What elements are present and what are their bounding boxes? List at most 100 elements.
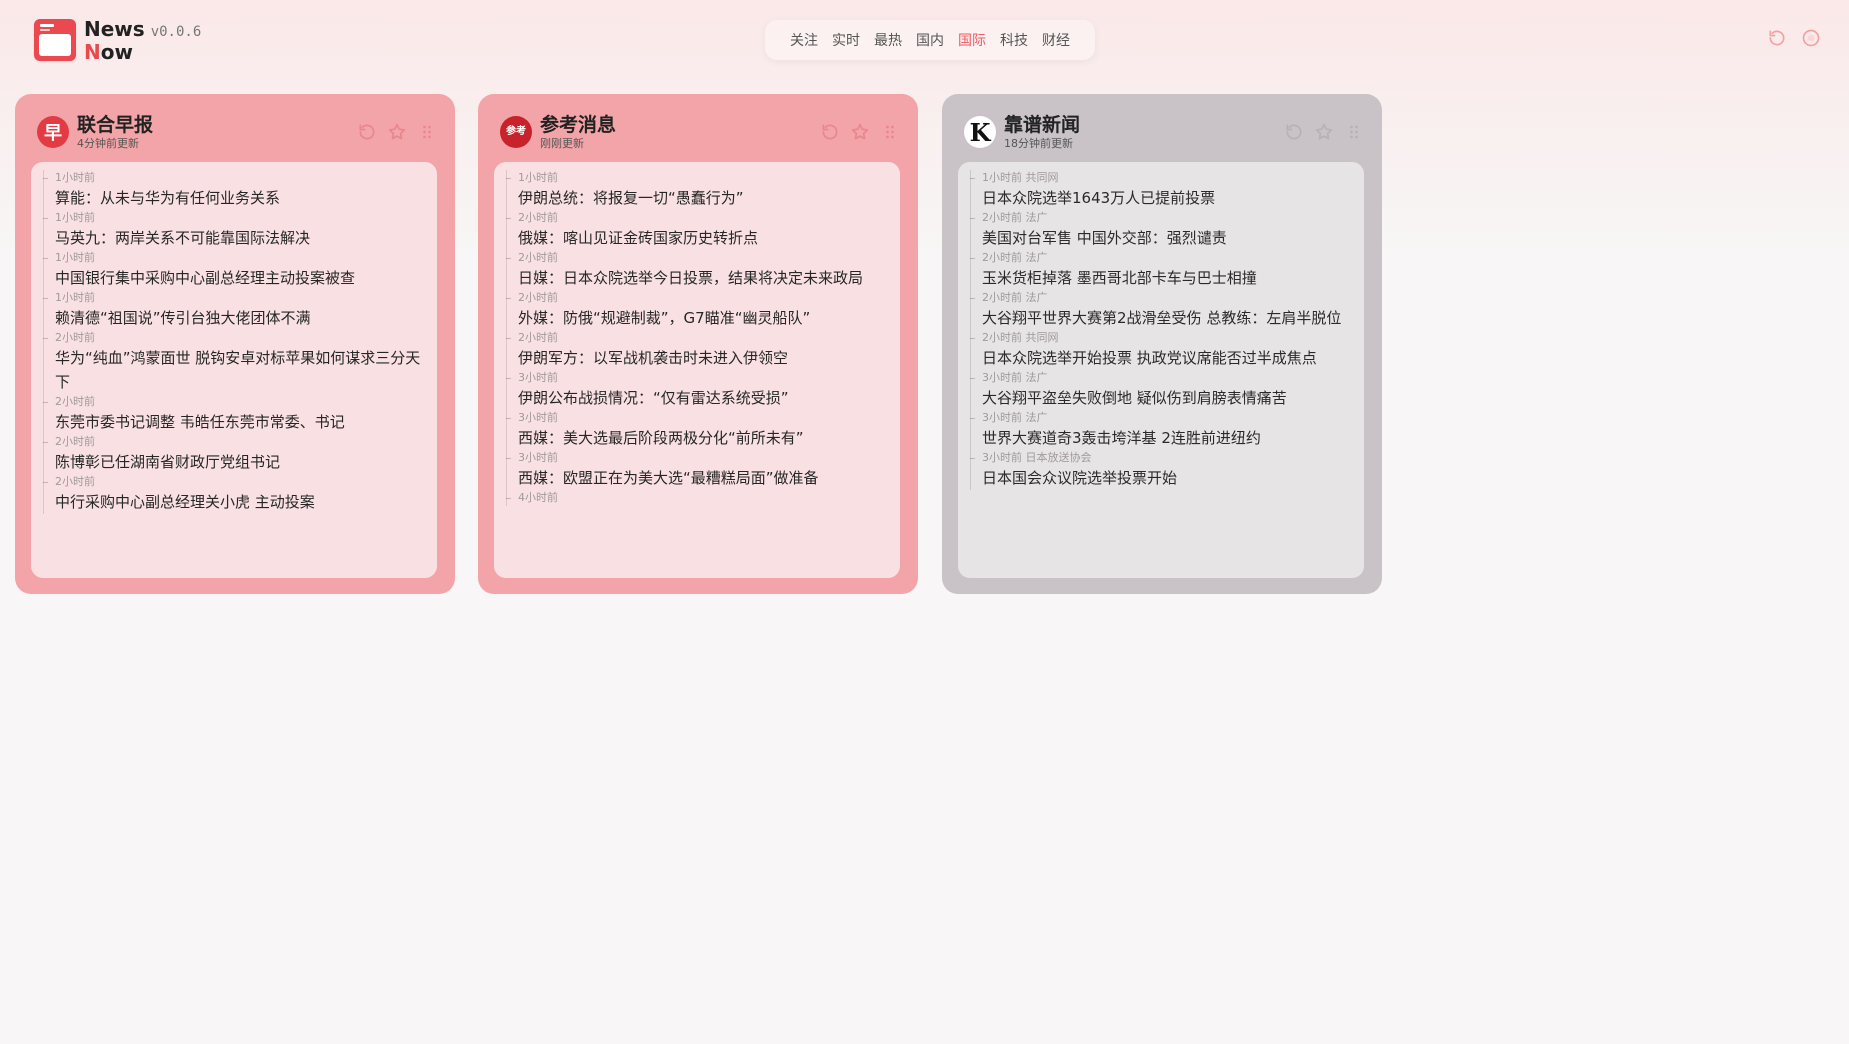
list-item[interactable]: 2小时前 中行采购中心副总经理关小虎 主动投案 (43, 474, 425, 514)
updated-time: 18分钟前更新 (1004, 136, 1073, 150)
star-icon[interactable] (850, 122, 870, 142)
source-title[interactable]: 联合早报 (77, 114, 153, 136)
list-item[interactable]: 2小时前 外媒：防俄“规避制裁”，G7瞄准“幽灵船队” (506, 290, 888, 330)
list-item[interactable]: 2小时前 俄媒：喀山见证金砖国家历史转折点 (506, 210, 888, 250)
item-title[interactable]: 玉米货柜掉落 墨西哥北部卡车与巴士相撞 (982, 266, 1352, 290)
list-item[interactable]: 3小时前 西媒：美大选最后阶段两极分化“前所未有” (506, 410, 888, 450)
list-item[interactable]: 1小时前 算能：从未与华为有任何业务关系 (43, 170, 425, 210)
item-title[interactable]: 大谷翔平世界大赛第2战滑垒受伤 总教练：左肩半脱位 (982, 306, 1352, 330)
source-title[interactable]: 参考消息 (540, 114, 616, 136)
item-title[interactable]: 马英九：两岸关系不可能靠国际法解决 (55, 226, 425, 250)
item-title[interactable]: 美国对台军售 中国外交部：强烈谴责 (982, 226, 1352, 250)
app-name: News v0.0.6 Now (84, 19, 201, 62)
item-title[interactable]: 西媒：欧盟正在为美大选“最糟糕局面”做准备 (518, 466, 888, 490)
item-meta: 1小时前 共同网 (970, 170, 1352, 186)
item-meta: 1小时前 (43, 250, 425, 266)
refresh-icon[interactable] (357, 122, 377, 142)
drag-handle-icon[interactable] (417, 122, 437, 142)
list-item[interactable]: 2小时前 日媒：日本众院选举今日投票，结果将决定未来政局 (506, 250, 888, 290)
source-title[interactable]: 靠谱新闻 (1004, 114, 1080, 136)
nav-tab-following[interactable]: 关注 (783, 30, 825, 50)
item-title[interactable]: 外媒：防俄“规避制裁”，G7瞄准“幽灵船队” (518, 306, 888, 330)
category-nav: 关注 实时 最热 国内 国际 科技 财经 (765, 20, 1095, 60)
item-meta: 3小时前 日本放送协会 (970, 450, 1352, 466)
list-item[interactable]: 2小时前 伊朗军方：以军战机袭击时未进入伊领空 (506, 330, 888, 370)
app-name-initial: N (84, 40, 101, 64)
item-title[interactable]: 日本众院选举1643万人已提前投票 (982, 186, 1352, 210)
item-title[interactable]: 陈博彰已任湖南省财政厅党组书记 (55, 450, 425, 474)
item-title[interactable]: 西媒：美大选最后阶段两极分化“前所未有” (518, 426, 888, 450)
list-item[interactable]: 2小时前 华为“纯血”鸿蒙面世 脱钩安卓对标苹果如何谋求三分天下 (43, 330, 425, 394)
top-actions (1767, 28, 1821, 48)
item-title[interactable]: 大谷翔平盗垒失败倒地 疑似伤到肩膀表情痛苦 (982, 386, 1352, 410)
item-title[interactable]: 东莞市委书记调整 韦皓任东莞市常委、书记 (55, 410, 425, 434)
drag-handle-icon[interactable] (1344, 122, 1364, 142)
news-list: 1小时前 算能：从未与华为有任何业务关系 1小时前 马英九：两岸关系不可能靠国际法解… (31, 162, 437, 514)
item-title[interactable]: 俄媒：喀山见证金砖国家历史转折点 (518, 226, 888, 250)
item-meta: 3小时前 法广 (970, 410, 1352, 426)
list-item[interactable]: 3小时前 法广 世界大赛道奇3轰击垮洋基 2连胜前进纽约 (970, 410, 1352, 450)
news-list-container[interactable]: 1小时前 伊朗总统：将报复一切“愚蠢行为” 2小时前 俄媒：喀山见证金砖国家历史转折… (494, 162, 900, 578)
item-meta: 2小时前 (506, 210, 888, 226)
news-list: 1小时前 伊朗总统：将报复一切“愚蠢行为” 2小时前 俄媒：喀山见证金砖国家历史转折… (494, 162, 900, 506)
nav-tab-realtime[interactable]: 实时 (825, 30, 867, 50)
list-item[interactable]: 2小时前 陈博彰已任湖南省财政厅党组书记 (43, 434, 425, 474)
item-meta: 2小时前 法广 (970, 290, 1352, 306)
item-meta: 3小时前 法广 (970, 370, 1352, 386)
app-name-line1: News (84, 17, 145, 41)
list-item[interactable]: 3小时前 法广 大谷翔平盗垒失败倒地 疑似伤到肩膀表情痛苦 (970, 370, 1352, 410)
item-title[interactable]: 华为“纯血”鸿蒙面世 脱钩安卓对标苹果如何谋求三分天下 (55, 346, 425, 394)
list-item[interactable]: 2小时前 法广 大谷翔平世界大赛第2战滑垒受伤 总教练：左肩半脱位 (970, 290, 1352, 330)
nav-tab-finance[interactable]: 财经 (1035, 30, 1077, 50)
news-list-container[interactable]: 1小时前 算能：从未与华为有任何业务关系 1小时前 马英九：两岸关系不可能靠国际法解… (31, 162, 437, 578)
item-title[interactable]: 世界大赛道奇3轰击垮洋基 2连胜前进纽约 (982, 426, 1352, 450)
list-item[interactable]: 2小时前 东莞市委书记调整 韦皓任东莞市常委、书记 (43, 394, 425, 434)
item-meta: 1小时前 (506, 170, 888, 186)
nav-tab-tech[interactable]: 科技 (993, 30, 1035, 50)
list-item[interactable]: 2小时前 法广 美国对台军售 中国外交部：强烈谴责 (970, 210, 1352, 250)
refresh-icon[interactable] (1284, 122, 1304, 142)
zaobao-logo-icon: 早 (37, 116, 69, 148)
list-item[interactable]: 3小时前 西媒：欧盟正在为美大选“最糟糕局面”做准备 (506, 450, 888, 490)
item-title[interactable]: 伊朗军方：以军战机袭击时未进入伊领空 (518, 346, 888, 370)
list-item[interactable]: 2小时前 共同网 日本众院选举开始投票 执政党议席能否过半成焦点 (970, 330, 1352, 370)
item-title[interactable]: 日媒：日本众院选举今日投票，结果将决定未来政局 (518, 266, 888, 290)
list-item[interactable]: 3小时前 日本放送协会 日本国会众议院选举投票开始 (970, 450, 1352, 490)
refresh-all-icon[interactable] (1767, 28, 1787, 48)
cankaoxiaoxi-logo-icon: 参考 (500, 116, 532, 148)
list-item[interactable]: 1小时前 伊朗总统：将报复一切“愚蠢行为” (506, 170, 888, 210)
star-icon[interactable] (1314, 122, 1334, 142)
updated-time: 4分钟前更新 (77, 136, 139, 150)
item-title[interactable]: 伊朗总统：将报复一切“愚蠢行为” (518, 186, 888, 210)
list-item[interactable]: 1小时前 共同网 日本众院选举1643万人已提前投票 (970, 170, 1352, 210)
top-header: News v0.0.6 Now 关注 实时 最热 国内 国际 科技 财经 (0, 0, 1849, 80)
item-title[interactable]: 算能：从未与华为有任何业务关系 (55, 186, 425, 210)
news-card-kaopu: K 靠谱新闻 18分钟前更新 1小时前 共同网 日本众院选举1643万人已提前投票… (942, 94, 1382, 594)
item-meta: 2小时前 法广 (970, 210, 1352, 226)
item-title[interactable]: 日本国会众议院选举投票开始 (982, 466, 1352, 490)
drag-handle-icon[interactable] (880, 122, 900, 142)
nav-tab-international[interactable]: 国际 (951, 30, 993, 50)
card-header: 参考 参考消息 刚刚更新 (500, 112, 900, 152)
app-logo[interactable]: News v0.0.6 Now (34, 19, 201, 62)
item-title[interactable]: 伊朗公布战损情况：“仅有雷达系统受损” (518, 386, 888, 410)
item-meta: 4小时前 (506, 490, 888, 506)
refresh-icon[interactable] (820, 122, 840, 142)
star-icon[interactable] (387, 122, 407, 142)
news-card-zaobao: 早 联合早报 4分钟前更新 1小时前 算能：从未与华为有任何业务关系 1小时前 马英… (15, 94, 455, 594)
list-item[interactable]: 1小时前 赖清德“祖国说”传引台独大佬团体不满 (43, 290, 425, 330)
list-item[interactable]: 4小时前 (506, 490, 888, 506)
user-avatar-icon[interactable] (1801, 28, 1821, 48)
item-title[interactable]: 中行采购中心副总经理关小虎 主动投案 (55, 490, 425, 514)
item-title[interactable]: 赖清德“祖国说”传引台独大佬团体不满 (55, 306, 425, 330)
list-item[interactable]: 1小时前 马英九：两岸关系不可能靠国际法解决 (43, 210, 425, 250)
nav-tab-hottest[interactable]: 最热 (867, 30, 909, 50)
nav-tab-domestic[interactable]: 国内 (909, 30, 951, 50)
list-item[interactable]: 3小时前 伊朗公布战损情况：“仅有雷达系统受损” (506, 370, 888, 410)
item-title[interactable]: 中国银行集中采购中心副总经理主动投案被查 (55, 266, 425, 290)
item-title[interactable]: 日本众院选举开始投票 执政党议席能否过半成焦点 (982, 346, 1352, 370)
news-list-container[interactable]: 1小时前 共同网 日本众院选举1643万人已提前投票 2小时前 法广 美国对台军售 … (958, 162, 1364, 578)
app-version: v0.0.6 (150, 24, 202, 40)
list-item[interactable]: 1小时前 中国银行集中采购中心副总经理主动投案被查 (43, 250, 425, 290)
list-item[interactable]: 2小时前 法广 玉米货柜掉落 墨西哥北部卡车与巴士相撞 (970, 250, 1352, 290)
